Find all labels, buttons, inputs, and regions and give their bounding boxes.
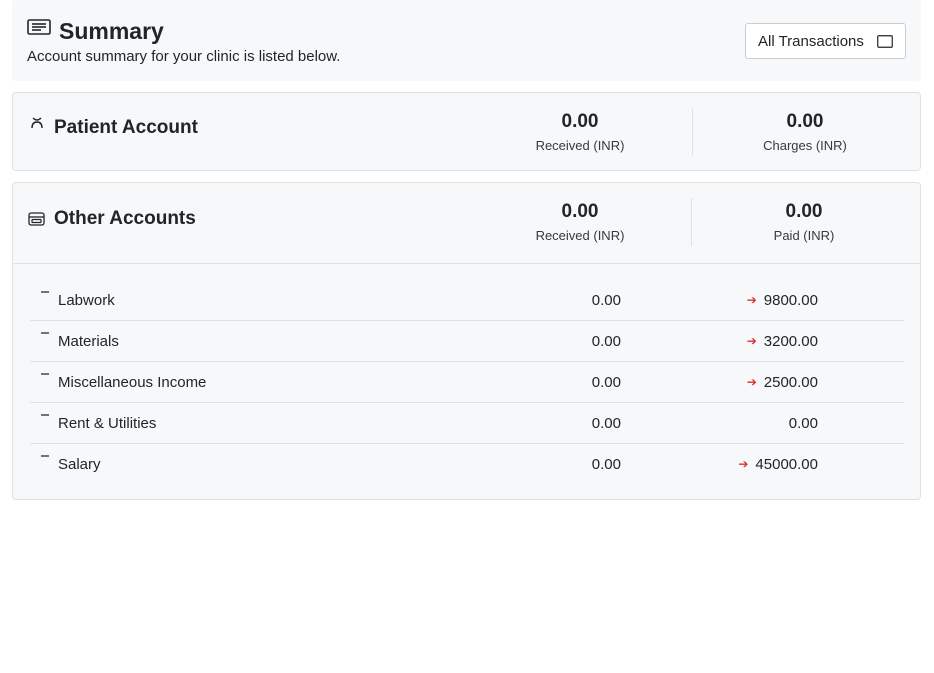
- patient-charges-stat: 0.00 Charges (INR): [705, 110, 905, 153]
- dash-icon: [41, 291, 49, 293]
- dash-icon: [41, 332, 49, 334]
- patient-charges-value: 0.00: [786, 111, 824, 132]
- patient-account-title: Patient Account: [54, 117, 198, 138]
- page-title: Summary: [59, 18, 164, 44]
- page-subtitle: Account summary for your clinic is liste…: [27, 48, 341, 65]
- account-name: Labwork: [58, 292, 115, 309]
- other-received-stat: 0.00 Received (INR): [480, 200, 680, 243]
- divider: [691, 198, 692, 246]
- arrow-right-icon: ➔: [746, 334, 757, 348]
- other-paid-stat: 0.00 Paid (INR): [704, 200, 904, 243]
- dash-icon: [41, 455, 49, 457]
- account-received: 0.00: [591, 374, 621, 391]
- account-paid-cell: ➔ 3200.00: [747, 321, 818, 362]
- other-received-value: 0.00: [561, 201, 599, 222]
- summary-header: Summary Account summary for your clinic …: [12, 0, 921, 81]
- account-paid: 0.00: [788, 415, 818, 432]
- table-row[interactable]: Miscellaneous Income 0.00 ➔ 2500.00: [30, 362, 904, 403]
- wallet-icon: [28, 212, 45, 226]
- other-paid-label: Paid (INR): [773, 228, 835, 243]
- dash-icon: [41, 373, 49, 375]
- table-row[interactable]: Labwork 0.00 ➔ 9800.00: [30, 280, 904, 321]
- account-paid-cell: 0.00: [789, 403, 818, 444]
- arrow-right-icon: ➔: [746, 375, 757, 389]
- list-icon: [27, 19, 51, 35]
- patient-charges-label: Charges (INR): [763, 138, 847, 153]
- dash-icon: [41, 414, 49, 416]
- patient-account-card: Patient Account 0.00 Received (INR) 0.00…: [12, 92, 921, 171]
- account-received: 0.00: [591, 333, 621, 350]
- account-received: 0.00: [591, 415, 621, 432]
- patient-received-value: 0.00: [561, 111, 599, 132]
- other-received-label: Received (INR): [535, 228, 625, 243]
- account-name: Materials: [58, 333, 119, 350]
- account-received: 0.00: [591, 456, 621, 473]
- other-paid-value: 0.00: [785, 201, 823, 222]
- account-rows: Labwork 0.00 ➔ 9800.00 Materials 0.00 ➔ …: [30, 280, 904, 484]
- patient-received-label: Received (INR): [535, 138, 625, 153]
- window-icon: [877, 35, 893, 48]
- patient-received-stat: 0.00 Received (INR): [480, 110, 680, 153]
- account-paid: 2500.00: [763, 374, 818, 391]
- account-name: Salary: [58, 456, 101, 473]
- other-accounts-card: Other Accounts 0.00 Received (INR) 0.00 …: [12, 182, 921, 500]
- account-paid: 45000.00: [755, 456, 818, 473]
- page: Summary Account summary for your clinic …: [0, 0, 934, 673]
- other-accounts-title-row: Other Accounts: [28, 208, 196, 230]
- account-received: 0.00: [591, 292, 621, 309]
- table-row[interactable]: Salary 0.00 ➔ 45000.00: [30, 444, 904, 484]
- account-name: Miscellaneous Income: [58, 374, 207, 391]
- divider: [13, 263, 920, 264]
- other-accounts-title: Other Accounts: [54, 208, 196, 229]
- account-paid-cell: ➔ 2500.00: [747, 362, 818, 403]
- arrow-right-icon: ➔: [746, 293, 757, 307]
- account-name: Rent & Utilities: [58, 415, 157, 432]
- all-transactions-label: All Transactions: [758, 32, 864, 50]
- all-transactions-button[interactable]: All Transactions: [745, 23, 906, 59]
- divider: [692, 108, 693, 155]
- account-paid-cell: ➔ 9800.00: [747, 280, 818, 321]
- summary-title-row: Summary: [27, 14, 164, 48]
- arrow-right-icon: ➔: [738, 457, 749, 471]
- account-paid: 9800.00: [763, 292, 818, 309]
- table-row[interactable]: Materials 0.00 ➔ 3200.00: [30, 321, 904, 362]
- table-row[interactable]: Rent & Utilities 0.00 0.00: [30, 403, 904, 444]
- account-paid: 3200.00: [763, 333, 818, 350]
- person-icon: [31, 117, 43, 129]
- account-paid-cell: ➔ 45000.00: [738, 444, 818, 485]
- patient-account-title-row: Patient Account: [28, 117, 198, 139]
